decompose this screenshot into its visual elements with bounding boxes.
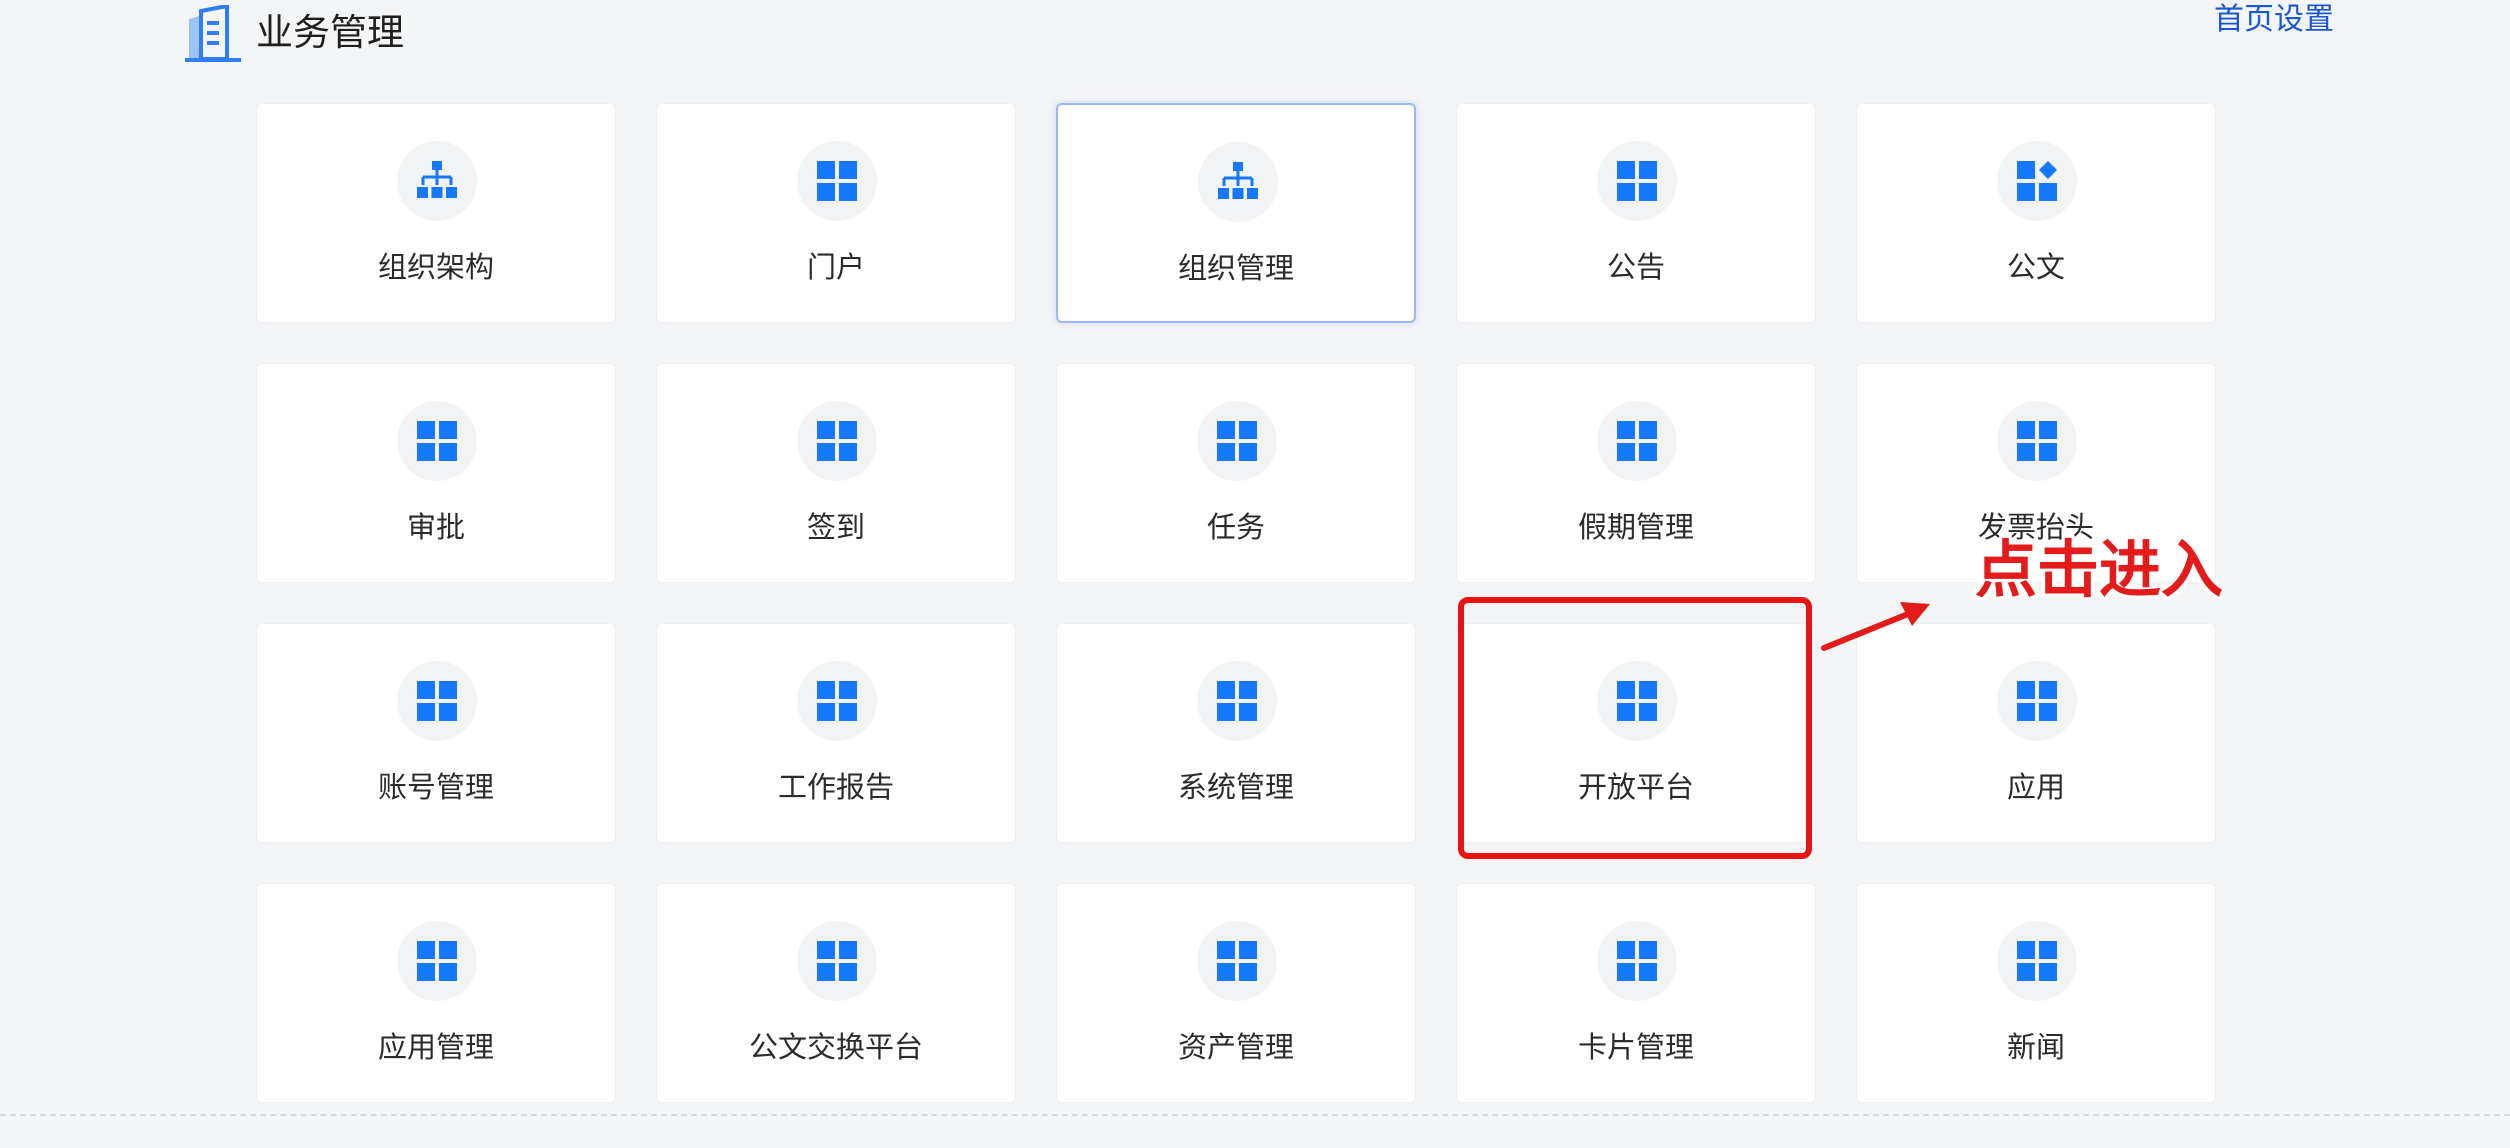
module-label: 假期管理	[1577, 510, 1694, 544]
grid-icon	[397, 401, 477, 481]
grid-icon	[797, 661, 877, 741]
grid-icon	[797, 921, 877, 1001]
bottom-divider	[0, 1114, 2510, 1116]
grid-icon	[1997, 401, 2077, 481]
module-card[interactable]: 公文	[1856, 103, 2216, 323]
click-to-enter-annotation: 点击进入	[1975, 533, 2224, 606]
module-label: 签到	[806, 510, 865, 544]
header: 业务管理 首页设置	[0, 0, 2510, 80]
module-card[interactable]: 假期管理	[1456, 363, 1816, 583]
grid-icon	[797, 141, 877, 221]
module-card[interactable]: 系统管理	[1056, 623, 1416, 843]
grid-icon	[397, 921, 477, 1001]
module-label: 应用	[2006, 770, 2065, 804]
grid-icon	[1197, 921, 1277, 1001]
module-card[interactable]: 应用	[1856, 623, 2216, 843]
highlight-box	[1458, 597, 1812, 859]
module-label: 公文	[2006, 250, 2065, 284]
grid-icon	[1197, 661, 1277, 741]
module-label: 组织管理	[1177, 251, 1294, 285]
module-label: 工作报告	[777, 770, 894, 804]
module-label: 新闻	[2006, 1030, 2065, 1064]
grid-icon	[397, 661, 477, 741]
grid-icon	[1597, 141, 1677, 221]
grid-icon	[797, 401, 877, 481]
module-label: 账号管理	[377, 770, 494, 804]
grid-icon	[1597, 401, 1677, 481]
module-label: 应用管理	[377, 1030, 494, 1064]
module-label: 门户	[806, 250, 865, 284]
shapes-icon	[1997, 141, 2077, 221]
grid-icon	[1997, 921, 2077, 1001]
module-card[interactable]: 审批	[256, 363, 616, 583]
module-label: 资产管理	[1177, 1030, 1294, 1064]
module-label: 公文交换平台	[748, 1030, 923, 1064]
module-label: 公告	[1606, 250, 1665, 284]
module-card[interactable]: 应用管理	[256, 883, 616, 1103]
grid-icon	[1997, 661, 2077, 741]
module-card[interactable]: 组织架构	[256, 103, 616, 323]
module-card[interactable]: 签到	[656, 363, 1016, 583]
grid-icon	[1597, 921, 1677, 1001]
module-card[interactable]: 资产管理	[1056, 883, 1416, 1103]
module-card[interactable]: 卡片管理	[1456, 883, 1816, 1103]
module-label: 系统管理	[1177, 770, 1294, 804]
module-label: 审批	[406, 510, 465, 544]
module-card[interactable]: 公告	[1456, 103, 1816, 323]
module-card[interactable]: 公文交换平台	[656, 883, 1016, 1103]
module-card[interactable]: 新闻	[1856, 883, 2216, 1103]
module-card[interactable]: 账号管理	[256, 623, 616, 843]
page-title: 业务管理	[256, 11, 404, 54]
module-label: 任务	[1206, 510, 1265, 544]
module-card[interactable]: 工作报告	[656, 623, 1016, 843]
home-settings-link[interactable]: 首页设置	[2214, 0, 2334, 40]
arrow-annotation-icon	[1821, 602, 1930, 651]
module-label: 组织架构	[377, 250, 494, 284]
module-label: 卡片管理	[1577, 1030, 1694, 1064]
module-card[interactable]: 组织管理	[1056, 103, 1416, 323]
module-card[interactable]: 任务	[1056, 363, 1416, 583]
org-chart-icon	[1198, 142, 1278, 222]
module-card[interactable]: 门户	[656, 103, 1016, 323]
grid-icon	[1197, 401, 1277, 481]
org-chart-icon	[397, 141, 477, 221]
building-logo-icon	[185, 5, 241, 62]
